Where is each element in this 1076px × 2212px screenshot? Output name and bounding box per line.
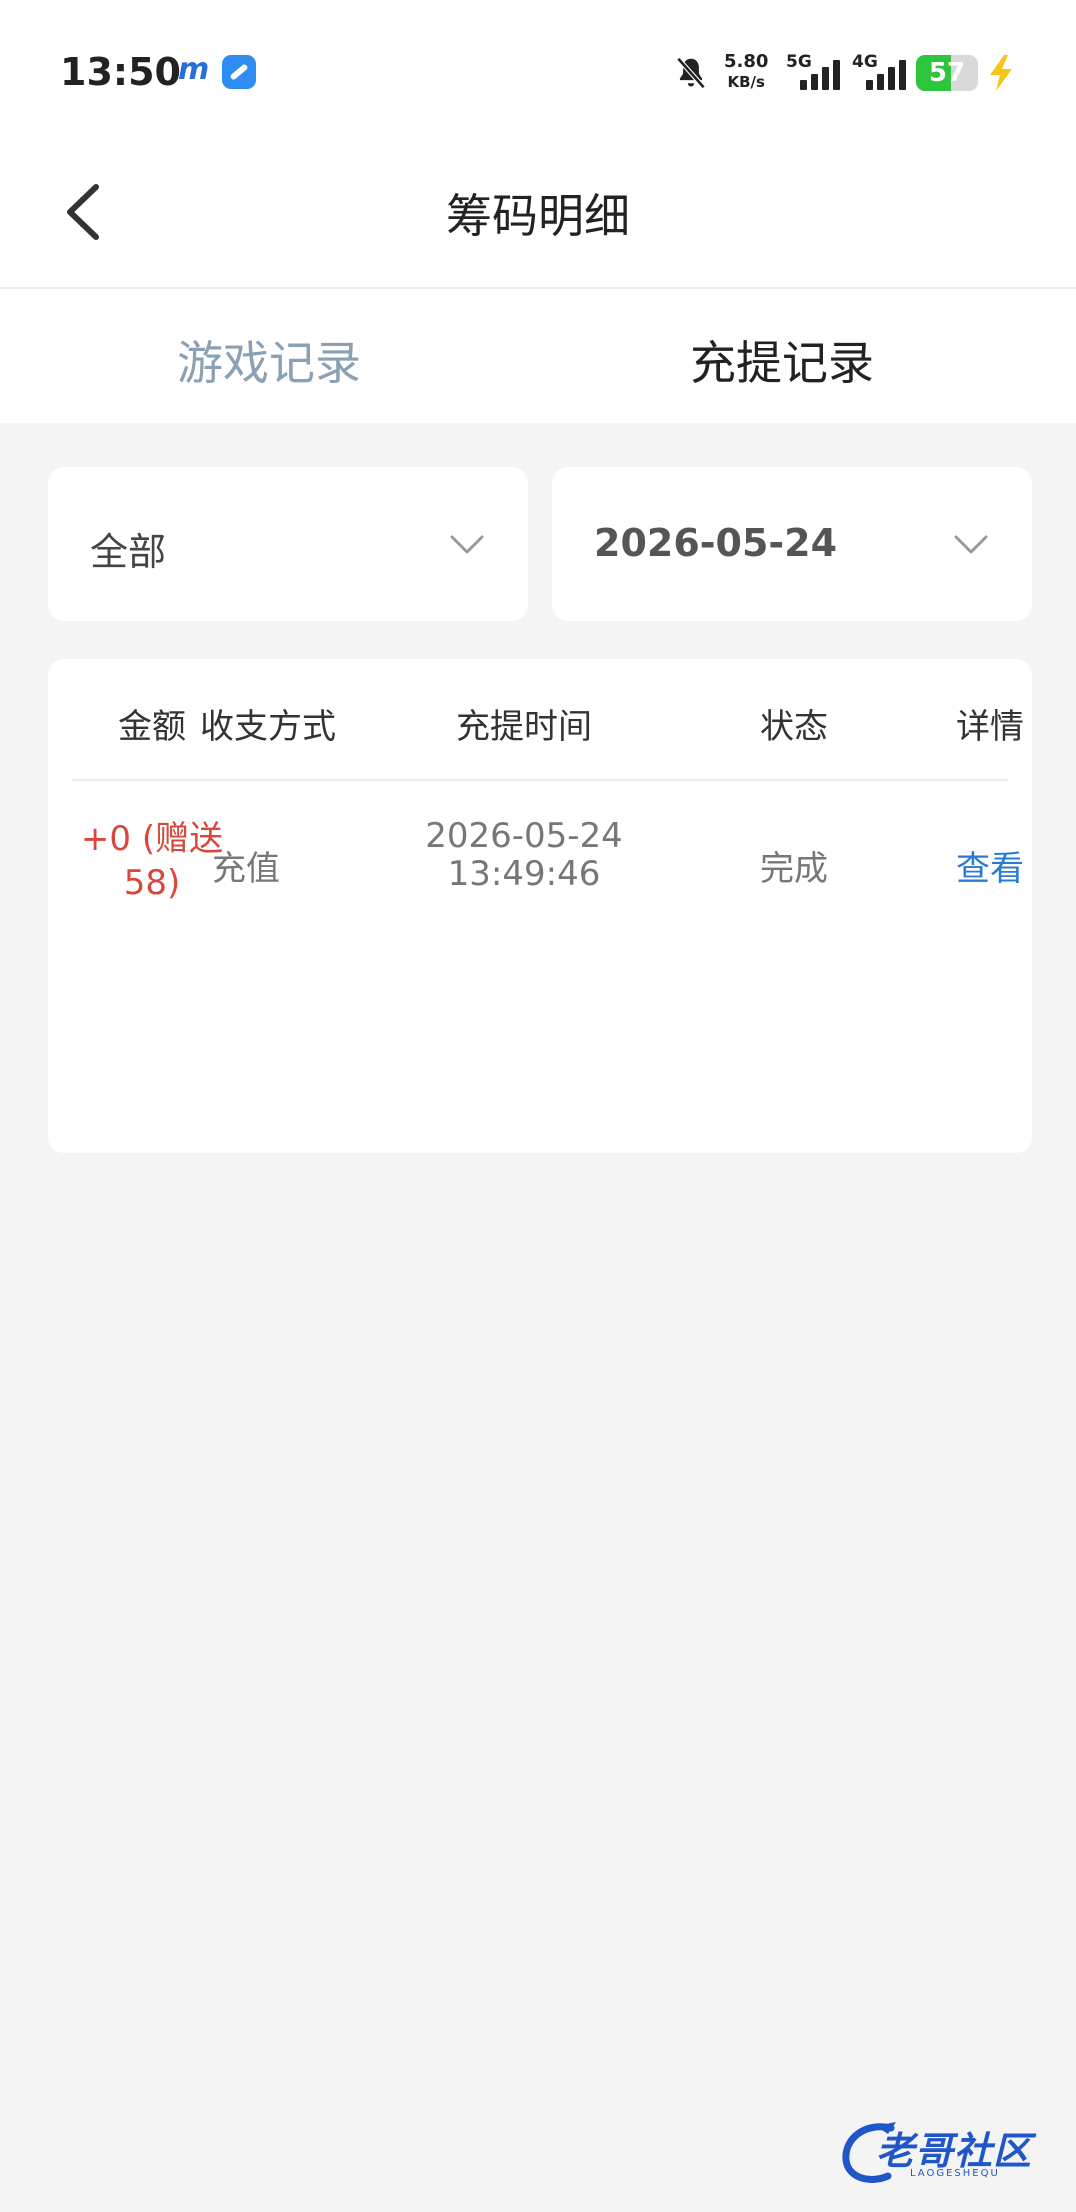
watermark-logo: 老哥社区 LAOGESHEQU — [836, 2112, 1066, 2192]
page-title: 筹码明细 — [446, 189, 630, 243]
table-row: +0 (赠送 58) 充值 2026-05-24 13:49:46 完成 查看 — [72, 781, 1024, 961]
network-speed: 5.80 KB/s — [724, 51, 769, 92]
table-header: 金额 收支方式 充提时间 状态 详情 — [72, 659, 1024, 781]
status-bar: 13:50 m 5.80 KB/s 5G 4G 57 — [0, 0, 1076, 145]
date-filter-select[interactable]: 2026-05-24 — [552, 467, 1032, 621]
row-method: 充值 — [212, 849, 280, 889]
watermark-subtext: LAOGESHEQU — [910, 2168, 1000, 2179]
header-detail: 详情 — [956, 707, 1024, 747]
type-filter-select[interactable]: 全部 — [48, 467, 528, 621]
watermark-text: 老哥社区 — [876, 2129, 1033, 2173]
header-method: 收支方式 — [200, 707, 336, 747]
app-notification-icon: m — [178, 52, 210, 87]
signal-5g-icon — [800, 58, 844, 90]
date-filter-value: 2026-05-24 — [594, 521, 838, 565]
row-status: 完成 — [760, 849, 828, 889]
tab-game-records[interactable]: 游戏记录 — [0, 327, 538, 393]
status-time: 13:50 — [60, 50, 181, 94]
app-notification-blue-icon — [222, 55, 256, 89]
charging-bolt-icon — [990, 55, 1012, 91]
chevron-down-icon — [954, 535, 988, 554]
battery-icon: 57 — [916, 55, 978, 91]
row-detail-link[interactable]: 查看 — [920, 841, 1060, 890]
nav-bar: 筹码明细 — [0, 145, 1076, 289]
tab-recharge-withdraw-records[interactable]: 充提记录 — [538, 327, 1026, 393]
battery-level: 57 — [928, 58, 966, 88]
header-time: 充提时间 — [456, 707, 592, 747]
signal-4g-icon — [866, 58, 910, 90]
bell-muted-icon — [676, 57, 706, 89]
row-time: 2026-05-24 13:49:46 — [425, 816, 623, 894]
chevron-down-icon — [450, 535, 484, 554]
header-status: 状态 — [760, 707, 828, 747]
records-table: 金额 收支方式 充提时间 状态 详情 +0 (赠送 58) 充值 2026-05… — [48, 659, 1032, 1153]
record-tabs: 游戏记录 充提记录 — [0, 289, 1076, 423]
type-filter-value: 全部 — [90, 530, 167, 574]
